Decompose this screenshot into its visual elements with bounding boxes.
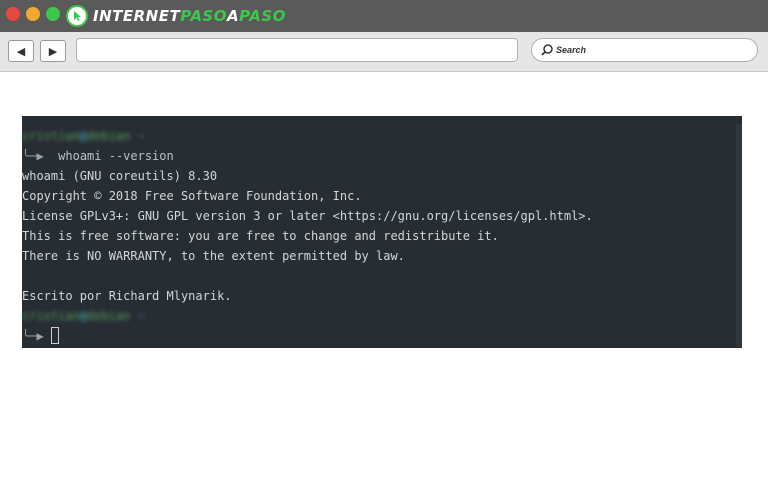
forward-button[interactable]: ▶: [40, 40, 66, 62]
maximize-window-button[interactable]: [46, 7, 60, 21]
output-line: whoami (GNU coreutils) 8.30: [22, 169, 218, 183]
search-input[interactable]: Search: [531, 38, 758, 62]
command-text: whoami --version: [58, 149, 174, 163]
prompt-arrow-icon: ╰─▶: [22, 329, 44, 343]
input-line[interactable]: ╰─▶: [22, 326, 593, 346]
terminal-window[interactable]: cristian@debian ~ ╰─▶ whoami --version who…: [22, 116, 742, 348]
search-icon: [541, 44, 553, 56]
address-bar[interactable]: [76, 38, 518, 62]
output-line: Copyright © 2018 Free Software Foundatio…: [22, 189, 362, 203]
title-bar: INTERNETPASOAPASO: [0, 0, 768, 32]
browser-chrome: INTERNETPASOAPASO ◀ ▶ Search: [0, 0, 768, 72]
prompt-arrow-icon: ╰─▶: [22, 149, 44, 163]
prompt-line: cristian@debian ~: [22, 129, 145, 143]
back-button[interactable]: ◀: [8, 40, 34, 62]
output-line: This is free software: you are free to c…: [22, 229, 499, 243]
address-bar-value: [77, 39, 81, 56]
output-line: License GPLv3+: GNU GPL version 3 or lat…: [22, 209, 593, 223]
logo-text: INTERNETPASOAPASO: [93, 7, 286, 25]
terminal-scrollbar[interactable]: [736, 124, 742, 348]
close-window-button[interactable]: [6, 7, 20, 21]
output-line: Escrito por Richard Mlynarik.: [22, 289, 232, 303]
site-logo: INTERNETPASOAPASO: [66, 5, 286, 27]
prompt-line: cristian@debian ~: [22, 309, 145, 323]
browser-toolbar: ◀ ▶ Search: [0, 32, 768, 72]
back-arrow-icon: ◀: [16, 45, 26, 58]
output-line: There is NO WARRANTY, to the extent perm…: [22, 249, 405, 263]
search-placeholder: Search: [556, 45, 587, 55]
text-cursor: [50, 327, 59, 344]
terminal-output: cristian@debian ~ ╰─▶ whoami --version who…: [22, 126, 593, 346]
logo-cursor-icon: [66, 5, 88, 27]
forward-arrow-icon: ▶: [48, 45, 58, 58]
minimize-window-button[interactable]: [26, 7, 40, 21]
command-line: ╰─▶ whoami --version: [22, 146, 593, 166]
